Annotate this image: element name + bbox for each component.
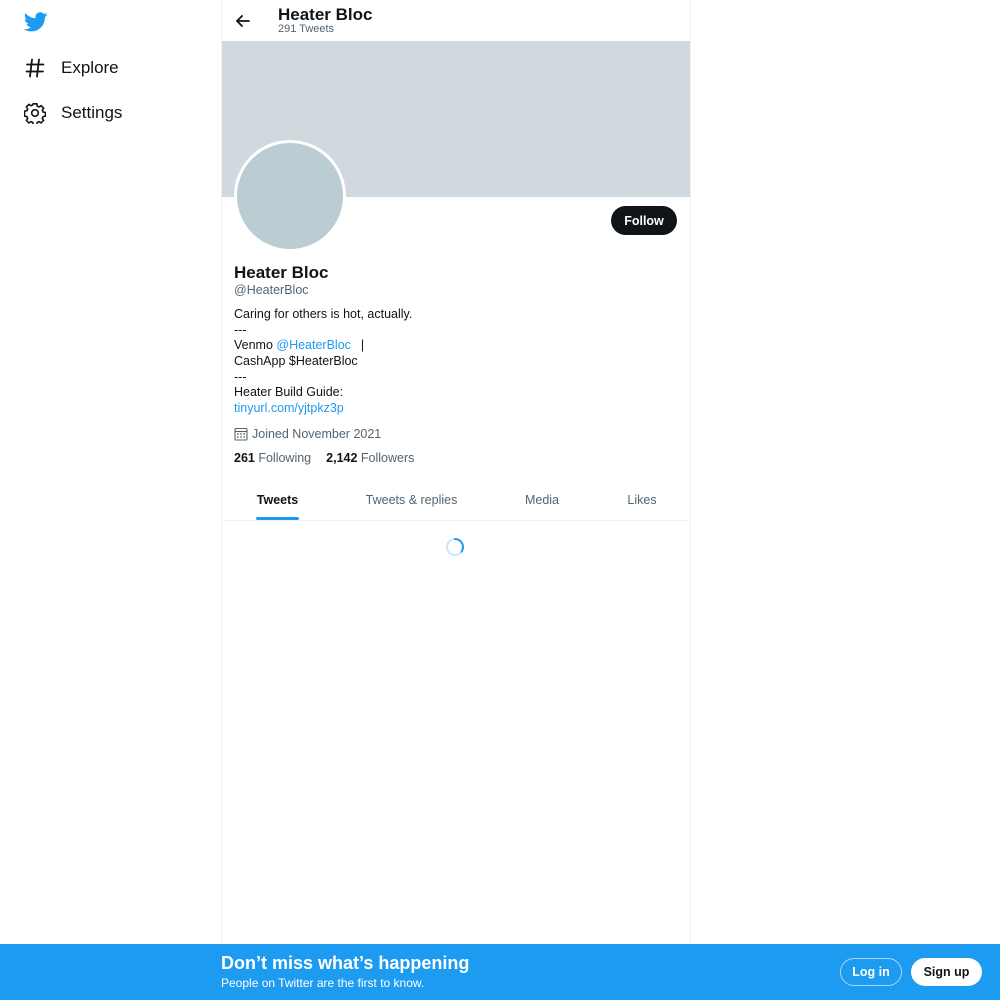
followers-label: Followers: [357, 451, 415, 465]
header-tweet-count: 291 Tweets: [278, 23, 335, 35]
calendar-icon: [234, 427, 248, 441]
login-button[interactable]: Log in: [840, 958, 902, 986]
following-link[interactable]: 261 Following: [234, 451, 311, 465]
avatar[interactable]: [234, 140, 346, 252]
signup-button[interactable]: Sign up: [911, 958, 982, 986]
tab-tweets[interactable]: Tweets: [222, 480, 333, 520]
tab-likes[interactable]: Likes: [594, 480, 690, 520]
nav-item-explore[interactable]: Explore: [24, 54, 119, 82]
bio-line-venmo: Venmo @HeaterBloc |: [234, 338, 412, 354]
arrow-left-icon[interactable]: [234, 12, 252, 30]
profile-bio: Caring for others is hot, actually. --- …: [234, 307, 412, 417]
signup-prompt-subtitle: People on Twitter are the first to know.: [221, 976, 425, 990]
header-profile-name: Heater Bloc: [278, 5, 373, 24]
loading-spinner-icon: [445, 537, 465, 557]
bio-url-link[interactable]: tinyurl.com/yjtpkz3p: [234, 401, 344, 415]
active-tab-indicator: [256, 517, 299, 520]
bio-line: Caring for others is hot, actually.: [234, 307, 413, 321]
venmo-mention-link[interactable]: @HeaterBloc: [276, 338, 351, 352]
left-nav: Explore Settings: [0, 0, 221, 1000]
profile-tabs: Tweets Tweets & replies Media Likes: [222, 480, 690, 521]
nav-item-label: Explore: [61, 58, 119, 77]
profile-header-bar: Heater Bloc 291 Tweets: [222, 0, 690, 41]
twitter-bird-icon[interactable]: [23, 10, 48, 34]
signup-prompt-title: Don’t miss what’s happening: [221, 953, 470, 973]
nav-item-label: Settings: [61, 103, 123, 122]
bio-text: Venmo: [234, 338, 277, 353]
profile-column: Heater Bloc 291 Tweets Follow Heater Blo…: [221, 0, 691, 944]
profile-handle: @HeaterBloc: [234, 283, 309, 297]
tab-tweets-replies[interactable]: Tweets & replies: [333, 480, 490, 520]
tab-media[interactable]: Media: [490, 480, 594, 520]
bio-line: ---: [234, 322, 247, 337]
nav-item-settings[interactable]: Settings: [23, 99, 123, 127]
gear-icon: [23, 102, 47, 126]
following-label: Following: [254, 451, 312, 465]
joined-date: Joined November 2021: [234, 426, 381, 442]
followers-link[interactable]: 2,142 Followers: [326, 451, 414, 465]
profile-stats: 261 Following 2,142 Followers: [234, 451, 414, 465]
bio-line: Heater Build Guide:: [234, 385, 344, 400]
following-count: 261: [234, 451, 255, 465]
bio-separator: |: [360, 338, 365, 353]
bio-line: ---: [234, 369, 247, 384]
signup-prompt-bar: Don’t miss what’s happening People on Tw…: [0, 944, 1000, 1000]
joined-text: Joined November 2021: [252, 427, 382, 441]
follow-button[interactable]: Follow: [611, 206, 677, 235]
followers-count: 2,142: [326, 451, 358, 465]
bio-line: CashApp $HeaterBloc: [234, 354, 358, 369]
profile-name: Heater Bloc: [234, 263, 329, 282]
hashtag-icon: [24, 57, 46, 79]
